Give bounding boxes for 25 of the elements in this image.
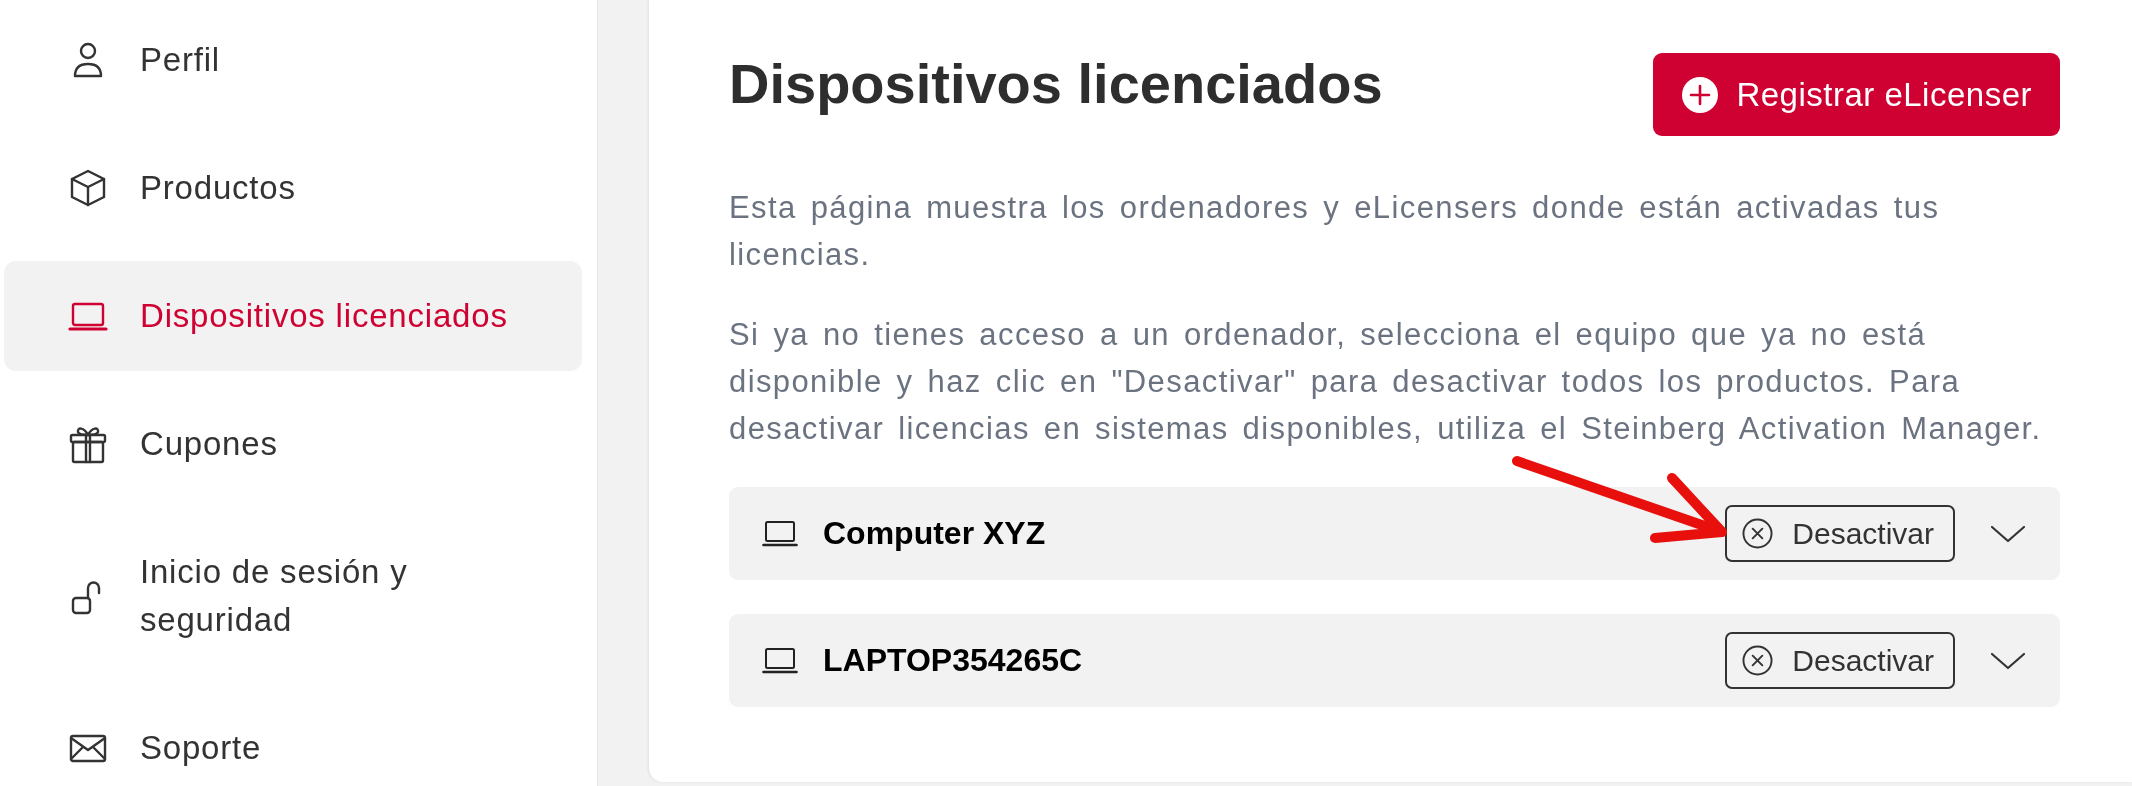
sidebar-item[interactable]: Perfil bbox=[4, 5, 582, 115]
expand-button[interactable] bbox=[1990, 523, 2026, 544]
description-text: Esta página muestra los ordenadores y eLicensers donde están activadas tus licencias. bbox=[729, 189, 1941, 274]
laptop-icon bbox=[762, 520, 798, 547]
laptop-icon bbox=[762, 647, 798, 674]
page-title: Dispositivos licenciados bbox=[729, 51, 1383, 117]
gift-icon bbox=[68, 424, 108, 464]
register-button[interactable]: Registrar eLicenser bbox=[1653, 53, 2060, 136]
sidebar-item[interactable]: Soporte bbox=[4, 693, 582, 772]
device-name: LAPTOP354265C bbox=[823, 642, 1084, 679]
cube-icon bbox=[68, 168, 108, 208]
description-text: Si ya no tienes acceso a un ordenador, selecciona el equipo que ya no está disponible y haz clic en "Desactivar" para desactivar todos los productos. Para desactivar licencias en sistemas disponibles, utiliza el Steinberg Activation Manager. bbox=[729, 316, 2043, 448]
deactivate-button[interactable]: Desactivar bbox=[1725, 632, 1955, 689]
close-circle-icon bbox=[1742, 645, 1774, 676]
plus-icon bbox=[1682, 76, 1719, 113]
device-name: Computer XYZ bbox=[823, 515, 1047, 552]
sidebar-item[interactable]: Inicio de sesión y seguridad bbox=[4, 517, 582, 675]
chevron-down-icon bbox=[1990, 650, 2026, 671]
sidebar-item[interactable]: Cupones bbox=[4, 389, 582, 499]
chevron-down-icon bbox=[1990, 523, 2026, 544]
expand-button[interactable] bbox=[1990, 650, 2026, 671]
sidebar-item[interactable]: Dispositivos licenciados bbox=[4, 261, 582, 371]
sidebar-item[interactable]: Productos bbox=[4, 133, 582, 243]
close-circle-icon bbox=[1742, 518, 1774, 549]
deactivate-button[interactable]: Desactivar bbox=[1725, 505, 1955, 562]
